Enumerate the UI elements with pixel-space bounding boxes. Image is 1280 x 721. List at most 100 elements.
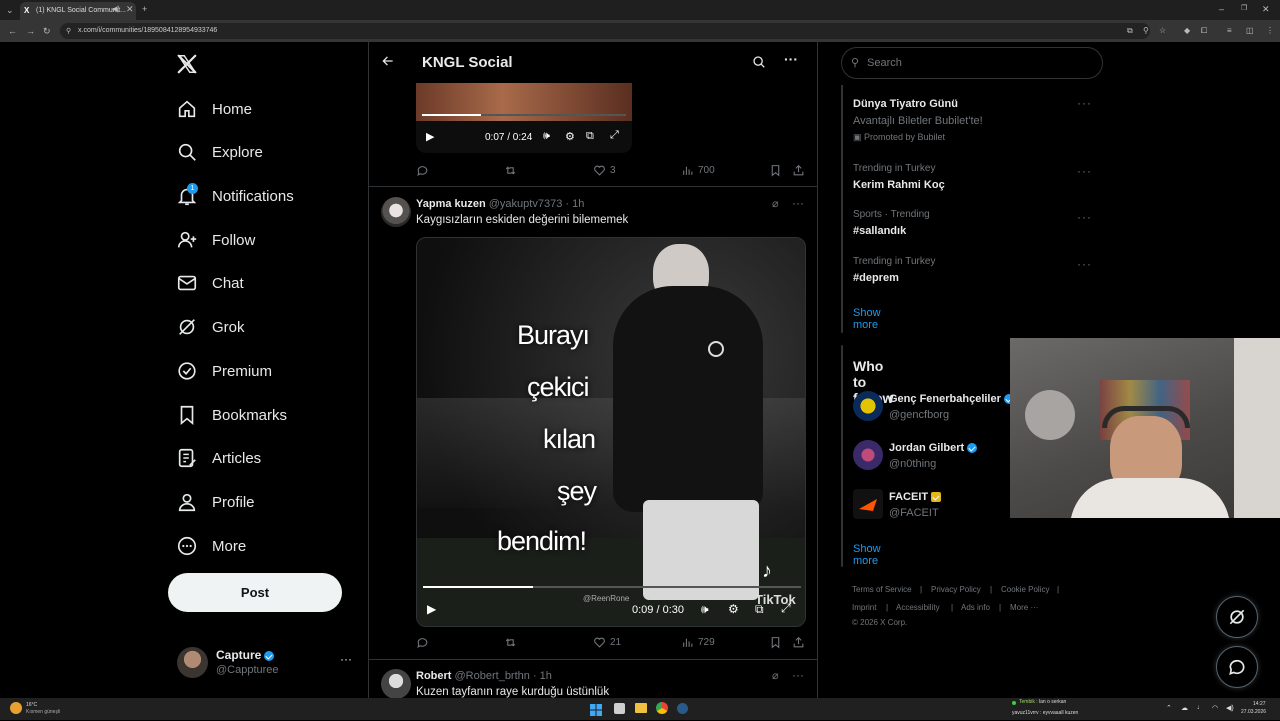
nav-profile[interactable]: Profile [176, 487, 255, 517]
trend-more-icon[interactable]: ··· [1077, 210, 1092, 224]
site-info-icon[interactable]: ⚲ [66, 27, 71, 37]
follow-handle[interactable]: @gencfborg [889, 409, 949, 421]
share-icon[interactable] [792, 164, 809, 177]
tray-chevron-icon[interactable]: ⌃ [1166, 704, 1172, 712]
footer-link[interactable]: Accessibility [896, 603, 940, 612]
tweet2-more-icon[interactable]: ··· [792, 196, 804, 210]
url-field[interactable]: ⚲ x.com/i/communities/189508412895493374… [60, 23, 1150, 39]
tweet3-handle[interactable]: @Robert_brthn [455, 670, 530, 682]
tweet3-author-name[interactable]: Robert [416, 670, 451, 682]
forward-icon[interactable]: → [26, 26, 35, 36]
chat-fab-button[interactable] [1216, 646, 1258, 688]
tweet3-more-icon[interactable]: ··· [792, 668, 804, 682]
tweet2-share-icon[interactable] [792, 636, 809, 649]
trend-title[interactable]: #sallandık [853, 225, 906, 237]
chrome-icon[interactable] [656, 702, 668, 714]
taskview-icon[interactable] [614, 703, 625, 714]
tab-audio-icon[interactable]: ◀) [112, 5, 120, 15]
follow-name[interactable]: Jordan Gilbert [889, 442, 964, 454]
grok-fab-button[interactable] [1216, 596, 1258, 638]
tab-search-icon[interactable]: ⌄ [6, 5, 14, 15]
footer-link[interactable]: Cookie Policy [1001, 585, 1049, 594]
header-more-icon[interactable]: ··· [784, 51, 798, 67]
footer-link[interactable]: Terms of Service [852, 585, 912, 594]
tweet1-progress-track[interactable] [422, 114, 626, 116]
volume-icon[interactable]: 🕪 [543, 130, 550, 143]
grok-explain-icon[interactable]: ⌀ [772, 197, 779, 210]
extension-icon[interactable]: ◆ [1184, 26, 1190, 36]
tweet2-avatar[interactable] [381, 197, 411, 227]
follow-handle[interactable]: @n0thing [889, 458, 936, 470]
tweet2-video[interactable]: Burayı çekici kılan şey bendim! ♪ TikTok… [416, 237, 806, 627]
sidepanel-icon[interactable]: ◫ [1246, 26, 1254, 36]
follow-show-more-link[interactable]: Show more [853, 543, 881, 567]
x-logo-icon[interactable] [176, 53, 198, 80]
window-close-icon[interactable]: ✕ [1262, 4, 1270, 14]
footer-link[interactable]: Ads info [961, 603, 990, 612]
tweet3-time[interactable]: · 1h [533, 670, 552, 682]
faceit-logo-icon[interactable] [853, 489, 883, 519]
nav-premium[interactable]: Premium [176, 356, 272, 386]
settings-gear-icon[interactable]: ⚙ [565, 130, 575, 143]
post-button[interactable]: Post [168, 573, 342, 612]
tray-volume-icon[interactable]: ◀) [1226, 704, 1234, 712]
bookmark-action-icon[interactable] [769, 164, 786, 177]
follow-name[interactable]: FACEIT [889, 491, 928, 503]
reload-icon[interactable]: ↻ [43, 26, 51, 36]
nav-follow[interactable]: Follow [176, 225, 255, 255]
tweet2-reply-icon[interactable] [416, 636, 433, 649]
footer-link[interactable]: Imprint [852, 603, 876, 612]
nav-bookmarks[interactable]: Bookmarks [176, 400, 287, 430]
tweet3-grok-explain-icon[interactable]: ⌀ [772, 669, 779, 682]
follow-avatar[interactable] [853, 391, 883, 421]
clock-time[interactable]: 14:27 [1253, 701, 1266, 707]
views-button[interactable]: 700 [681, 164, 715, 177]
weather-icon[interactable] [10, 702, 22, 714]
bookmark-star-icon[interactable]: ☆ [1159, 26, 1166, 36]
play-icon[interactable]: ▶ [426, 130, 434, 143]
account-more-icon[interactable]: ··· [340, 652, 352, 666]
header-search-icon[interactable] [752, 55, 766, 74]
follow-name[interactable]: Genç Fenerbahçeliler [889, 393, 1001, 405]
nav-home[interactable]: Home [176, 94, 252, 124]
minimize-icon[interactable]: – [1219, 4, 1224, 14]
promo-more-icon[interactable]: ··· [1077, 96, 1092, 110]
nav-grok[interactable]: Grok [176, 312, 245, 342]
tweet1-video[interactable]: ▶ 0:07 / 0:24 🕪 ⚙ ⧉ ⤢ [416, 83, 632, 153]
tray-cloud-icon[interactable]: ☁ [1181, 704, 1188, 712]
promo-title[interactable]: Dünya Tiyatro Günü [853, 98, 958, 110]
nav-chat[interactable]: Chat [176, 268, 244, 298]
footer-link[interactable]: More ··· [1010, 603, 1038, 612]
tweet2-handle[interactable]: @yakuptv7373 [489, 198, 563, 210]
promo-subtitle[interactable]: Avantajlı Biletler Bubilet'te! [853, 115, 983, 127]
tray-mic-icon[interactable]: ♩ [1197, 704, 1204, 711]
trend-title[interactable]: #deprem [853, 272, 899, 284]
maximize-icon[interactable]: ❐ [1241, 4, 1247, 14]
tweet2-author-name[interactable]: Yapma kuzen [416, 198, 486, 210]
tweet2-bookmark-icon[interactable] [769, 636, 786, 649]
new-tab-icon[interactable]: + [142, 4, 147, 14]
tweet2-retweet-icon[interactable] [504, 636, 521, 649]
follow-handle[interactable]: @FACEIT [889, 507, 939, 519]
trends-show-more-link[interactable]: Show more [853, 307, 881, 331]
account-switcher[interactable]: Capture @Cappturee ··· [168, 640, 358, 684]
trend-title[interactable]: Kerim Rahmi Koç [853, 179, 945, 191]
tab-close-icon[interactable]: ✕ [126, 4, 134, 14]
pip-icon[interactable]: ⧉ [586, 130, 594, 143]
windows-start-icon[interactable] [590, 703, 602, 716]
reply-icon[interactable] [416, 164, 433, 177]
trend-more-icon[interactable]: ··· [1077, 257, 1092, 271]
tweet2-pip-icon[interactable]: ⧉ [755, 602, 764, 617]
search-input[interactable]: ⚲ Search [841, 47, 1103, 79]
tweet2-views-button[interactable]: 729 [681, 636, 715, 649]
tweet2-like-button[interactable]: 21 [593, 636, 621, 649]
browser-menu-icon[interactable]: ⋮ [1266, 26, 1274, 36]
tweet3-avatar[interactable] [381, 669, 411, 698]
install-app-icon[interactable]: ⧉ [1127, 26, 1133, 36]
trend-more-icon[interactable]: ··· [1077, 164, 1092, 178]
tweet3[interactable]: Robert @Robert_brthn · 1h ⌀ ··· Kuzen ta… [369, 660, 817, 698]
back-icon[interactable]: ← [8, 26, 17, 36]
extensions-puzzle-icon[interactable]: ⧠ [1201, 26, 1207, 36]
tray-wifi-icon[interactable]: ◠ [1212, 704, 1218, 712]
tweet2-settings-gear-icon[interactable]: ⚙ [728, 602, 739, 616]
